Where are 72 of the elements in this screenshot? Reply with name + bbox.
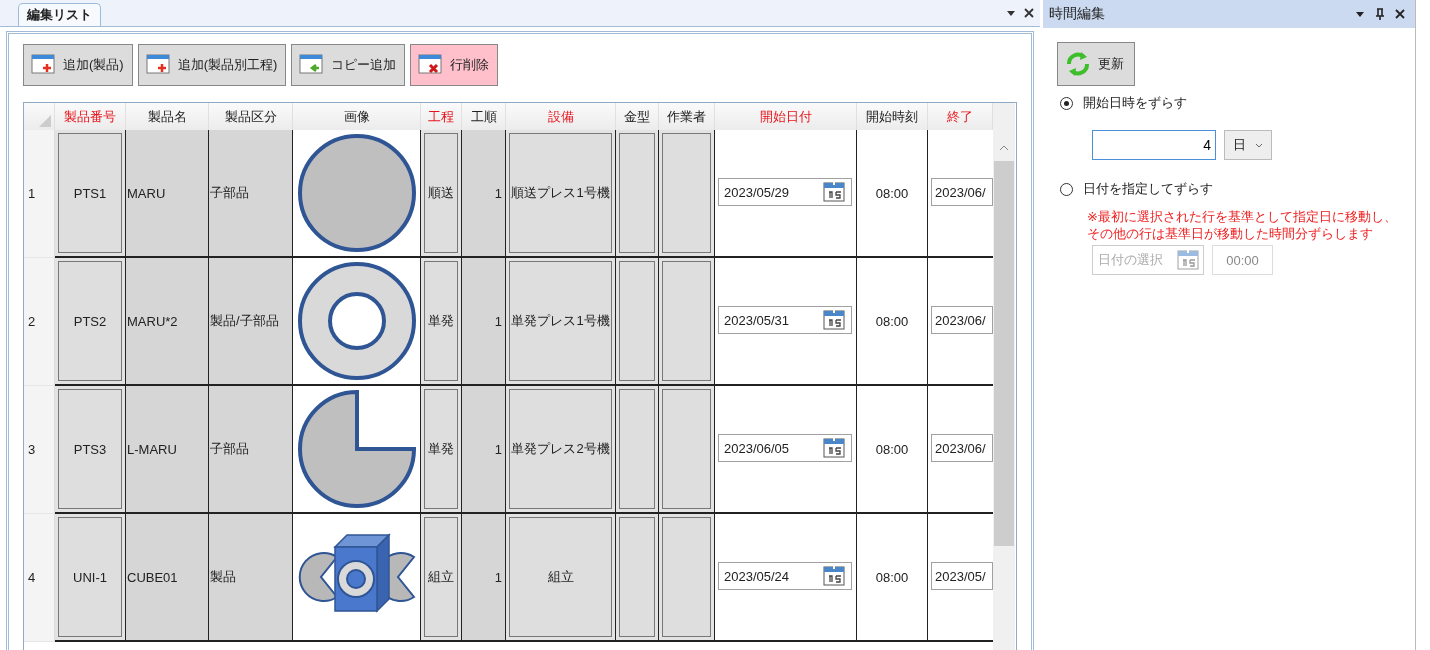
calendar-icon bbox=[823, 181, 845, 203]
radio-label[interactable]: 開始日時をずらす bbox=[1083, 94, 1187, 112]
table-cell: PTS1 bbox=[58, 133, 122, 253]
date-field[interactable]: 2023/05/24 bbox=[718, 562, 852, 590]
table-cell: 製品/子部品 bbox=[209, 258, 293, 386]
row-number: 2 bbox=[24, 258, 55, 386]
calendar-icon bbox=[823, 437, 845, 459]
refresh-icon bbox=[1064, 51, 1092, 77]
radio-label[interactable]: 日付を指定してずらす bbox=[1083, 180, 1213, 198]
note-text: ※最初に選択された行を基準として指定日に移動し、 bbox=[1087, 208, 1398, 225]
table-cell: 1 bbox=[462, 258, 506, 386]
table-cell: PTS2 bbox=[58, 261, 122, 381]
dropdown-icon bbox=[1355, 10, 1365, 18]
table-cell: 順送 bbox=[424, 133, 458, 253]
pin-icon bbox=[1375, 8, 1385, 20]
shift-amount-field[interactable]: 4 bbox=[1092, 130, 1216, 160]
table-cell: 組立 bbox=[424, 517, 458, 637]
window-plus-icon bbox=[145, 54, 170, 76]
window-plus-icon bbox=[31, 54, 55, 76]
refresh-button[interactable]: 更新 bbox=[1057, 42, 1135, 86]
table-cell: 08:00 bbox=[857, 514, 928, 642]
toolbar-button[interactable]: コピー追加 bbox=[291, 44, 406, 86]
window-x-icon bbox=[418, 54, 443, 76]
table-cell: 1 bbox=[462, 130, 506, 258]
date-field[interactable]: 2023/05/31 bbox=[718, 306, 852, 334]
table-cell: MARU*2 bbox=[126, 258, 209, 386]
table-cell: 08:00 bbox=[857, 130, 928, 258]
table-cell: L-MARU bbox=[126, 386, 209, 514]
scrollbar[interactable] bbox=[993, 103, 1015, 650]
table-cell: 製品 bbox=[209, 514, 293, 642]
table-cell: 単発 bbox=[424, 389, 458, 509]
table-cell: CUBE01 bbox=[126, 514, 209, 642]
row-number: 3 bbox=[24, 386, 55, 514]
table-cell: 子部品 bbox=[209, 130, 293, 258]
table-cell: 単発プレス2号機 bbox=[509, 389, 612, 509]
table-cell: 単発 bbox=[424, 261, 458, 381]
table-cell: 1 bbox=[462, 386, 506, 514]
corner-triangle-icon bbox=[39, 115, 51, 127]
dropdown-icon bbox=[1006, 9, 1016, 17]
scrollbar-thumb[interactable] bbox=[994, 161, 1014, 546]
toolbar-button[interactable]: 行削除 bbox=[410, 44, 499, 86]
close-icon bbox=[1024, 8, 1034, 18]
table-cell: UNI-1 bbox=[58, 517, 122, 637]
table-cell: MARU bbox=[126, 130, 209, 258]
date-field[interactable]: 2023/06/05 bbox=[718, 434, 852, 462]
table-cell: 08:00 bbox=[857, 258, 928, 386]
date-field[interactable]: 2023/06/ bbox=[931, 434, 993, 462]
unit-dropdown[interactable]: 日 bbox=[1224, 130, 1272, 160]
panel-tab[interactable]: 編集リスト bbox=[18, 3, 101, 26]
table-cell: 単発プレス1号機 bbox=[509, 261, 612, 381]
table-cell: 組立 bbox=[509, 517, 612, 637]
table-cell: 子部品 bbox=[209, 386, 293, 514]
calendar-icon bbox=[823, 565, 845, 587]
calendar-icon bbox=[823, 309, 845, 331]
row-number: 1 bbox=[24, 130, 55, 258]
close-icon bbox=[1395, 9, 1405, 19]
table-cell: 1 bbox=[462, 514, 506, 642]
chevron-down-icon bbox=[1255, 142, 1263, 148]
toolbar-button[interactable]: 追加(製品別工程) bbox=[137, 44, 287, 86]
table-cell: 順送プレス1号機 bbox=[509, 133, 612, 253]
panel-title: 時間編集 bbox=[1049, 5, 1105, 23]
calendar-icon bbox=[1177, 249, 1199, 271]
toolbar-button[interactable]: 追加(製品) bbox=[23, 44, 133, 86]
row-number: 4 bbox=[24, 514, 55, 642]
scroll-up-icon bbox=[999, 145, 1009, 151]
date-field[interactable]: 2023/06/ bbox=[931, 306, 993, 334]
table-cell: PTS3 bbox=[58, 389, 122, 509]
date-field[interactable]: 2023/05/ bbox=[931, 562, 993, 590]
date-field[interactable]: 2023/05/29 bbox=[718, 178, 852, 206]
date-field[interactable]: 2023/06/ bbox=[931, 178, 993, 206]
table-cell: 08:00 bbox=[857, 386, 928, 514]
note-text: その他の行は基準日が移動した時間分ずらします bbox=[1087, 225, 1374, 242]
